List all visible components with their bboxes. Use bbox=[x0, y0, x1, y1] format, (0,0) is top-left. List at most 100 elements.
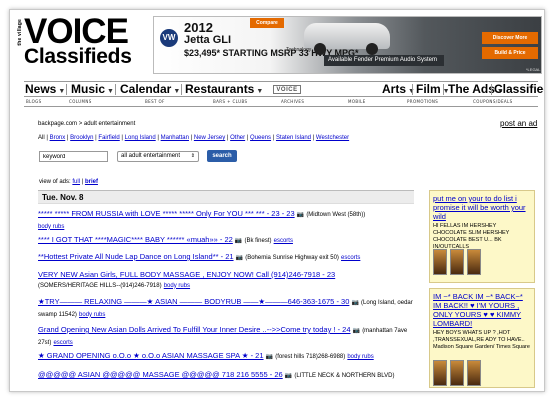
keyword-input[interactable] bbox=[39, 151, 108, 162]
camera-icon: 📷 bbox=[235, 255, 244, 261]
listing-title-link[interactable]: VERY NEW Asian Girls, FULL BODY MASSAGE … bbox=[38, 270, 335, 279]
listing-category-link[interactable]: body rubs bbox=[79, 312, 105, 318]
chevron-down-icon: ▼ bbox=[107, 88, 114, 95]
breadcrumb-current: adult entertainment bbox=[83, 121, 136, 127]
logo-tagline: the village bbox=[17, 19, 23, 46]
post-ad-link[interactable]: post an ad bbox=[500, 119, 537, 128]
subnav-columns[interactable]: COLUMNS bbox=[69, 99, 92, 104]
side-ad-thumbnail[interactable] bbox=[433, 360, 447, 386]
nav-divider bbox=[491, 84, 492, 95]
region-brooklyn[interactable]: Brooklyn bbox=[70, 135, 93, 141]
side-ad-thumbnail[interactable] bbox=[433, 249, 447, 275]
listing-item: Grand Opening New Asian Dolls Arrived To… bbox=[38, 325, 418, 348]
ad-compare-button[interactable]: Compare bbox=[250, 18, 284, 28]
view-full-link[interactable]: full bbox=[72, 179, 80, 185]
side-ad-thumbnail[interactable] bbox=[467, 249, 481, 275]
ad-build-button[interactable]: Build & Price bbox=[482, 47, 538, 59]
banner-ad[interactable]: VW 2012 Jetta GLI $23,495* STARTING MSRP… bbox=[153, 16, 542, 74]
listing-item: **Hottest Private All Nude Lap Dance on … bbox=[38, 252, 418, 264]
listing-category-link[interactable]: body rubs bbox=[347, 354, 373, 360]
category-select-value: all adult entertainment bbox=[121, 153, 181, 159]
region-all[interactable]: All bbox=[38, 135, 45, 141]
ad-audio-label: Available Fender Premium Audio System bbox=[324, 55, 444, 66]
camera-icon: 📷 bbox=[351, 300, 359, 306]
nav-the-ads-label: The Ads bbox=[448, 82, 495, 96]
nav-divider bbox=[181, 84, 182, 95]
select-arrows-icon: ⇕ bbox=[190, 153, 195, 159]
side-ad-title-link[interactable]: put me on your to do list i promise it w… bbox=[430, 191, 534, 223]
listing-title-link[interactable]: Grand Opening New Asian Dolls Arrived To… bbox=[38, 325, 351, 334]
ad-year: 2012 bbox=[184, 20, 213, 35]
region-queens[interactable]: Queens bbox=[250, 135, 271, 141]
region-fairfield[interactable]: Fairfield bbox=[98, 135, 119, 141]
subnav-coupons-deals[interactable]: COUPONS/DEALS bbox=[473, 99, 513, 104]
ad-legal: *LEGAL bbox=[526, 67, 541, 72]
subnav-mobile[interactable]: MOBILE bbox=[348, 99, 366, 104]
region-filter: All | Bronx | Brooklyn | Fairfield | Lon… bbox=[38, 135, 350, 141]
region-other[interactable]: Other bbox=[230, 135, 245, 141]
chevron-down-icon: ▼ bbox=[173, 88, 181, 95]
region-new-jersey[interactable]: New Jersey bbox=[194, 135, 225, 141]
region-bronx[interactable]: Bronx bbox=[50, 135, 66, 141]
subnav-promotions[interactable]: PROMOTIONS bbox=[407, 99, 438, 104]
nav-music-label: Music bbox=[71, 82, 106, 96]
classifieds-logo[interactable]: Classifieds bbox=[24, 46, 132, 68]
nav-arts[interactable]: Arts▼ bbox=[382, 82, 415, 97]
camera-icon: 📷 bbox=[234, 238, 243, 244]
side-ad[interactable]: put me on your to do list i promise it w… bbox=[429, 190, 535, 283]
nav-film-label: Film bbox=[416, 82, 441, 96]
view-mode-label: view of ads: bbox=[39, 179, 71, 185]
listing-item: ***** ***** FROM RUSSIA with LOVE ***** … bbox=[38, 209, 418, 232]
subnav-archives[interactable]: ARCHIVES bbox=[281, 99, 304, 104]
listing-location: (SOMERS/HERITAGE HILLS--(914)246-7918) bbox=[38, 282, 162, 289]
listing-category-link[interactable]: body rubs bbox=[38, 224, 64, 230]
side-ad-title-link[interactable]: IM ~* BACK IM ~* BACK~* IM BACK!! ♥ I'M … bbox=[430, 289, 534, 330]
listing-category-link[interactable]: escorts bbox=[341, 255, 360, 261]
region-long-island[interactable]: Long Island bbox=[125, 135, 156, 141]
search-button[interactable]: search bbox=[207, 150, 237, 162]
listing-title-link[interactable]: ***** ***** FROM RUSSIA with LOVE ***** … bbox=[38, 209, 295, 218]
listing-category-link[interactable]: escorts bbox=[274, 238, 293, 244]
nav-divider bbox=[443, 84, 444, 95]
ad-discover-button[interactable]: Discover More bbox=[482, 32, 538, 44]
view-brief-link[interactable]: brief bbox=[85, 179, 98, 185]
side-ad-thumbnail[interactable] bbox=[450, 249, 464, 275]
region-westchester[interactable]: Westchester bbox=[316, 135, 349, 141]
nav-news[interactable]: News ▼ bbox=[25, 82, 65, 97]
nav-voice-logo[interactable]: VOICE bbox=[273, 85, 301, 94]
nav-divider bbox=[115, 84, 116, 95]
listing-title-link[interactable]: ★ GRAND OPENING o.O.o ★ o.O.o ASIAN MASS… bbox=[38, 351, 264, 360]
nav-music[interactable]: Music ▼ bbox=[71, 82, 114, 97]
listing-title-link[interactable]: **** I GOT THAT ****MAGIC**** BABY *****… bbox=[38, 235, 233, 244]
listing-category-link[interactable]: escorts bbox=[53, 340, 72, 346]
listing-location: (LITTLE NECK & NORTHERN BLVD) bbox=[294, 373, 395, 379]
nav-arts-label: Arts bbox=[382, 82, 407, 96]
listing-category-link[interactable]: body rubs bbox=[164, 283, 190, 289]
region-staten-island[interactable]: Staten Island bbox=[276, 135, 311, 141]
side-ad[interactable]: IM ~* BACK IM ~* BACK~* IM BACK!! ♥ I'M … bbox=[429, 288, 535, 388]
ad-tech-label: Technology bbox=[286, 47, 312, 53]
page-frame: the village VOICE Classifieds VW 2012 Je… bbox=[9, 9, 545, 392]
side-ad-thumbnail[interactable] bbox=[467, 360, 481, 386]
listing-location: (forest hills 718)268-6988) bbox=[275, 354, 346, 360]
side-ad-thumbnail[interactable] bbox=[450, 360, 464, 386]
nav-calendar-label: Calendar bbox=[120, 82, 172, 96]
listing-title-link[interactable]: **Hottest Private All Nude Lap Dance on … bbox=[38, 252, 234, 261]
breadcrumb: backpage.com > adult entertainment bbox=[38, 121, 135, 127]
camera-icon: 📷 bbox=[352, 328, 361, 334]
category-select[interactable]: all adult entertainment ⇕ bbox=[117, 151, 199, 162]
region-manhattan[interactable]: Manhattan bbox=[161, 135, 189, 141]
nav-restaurants[interactable]: Restaurants ▼ bbox=[185, 82, 263, 97]
camera-icon: 📷 bbox=[284, 373, 293, 379]
subnav-best-of[interactable]: BEST OF bbox=[145, 99, 165, 104]
subnav-bars-clubs[interactable]: BARS + CLUBS bbox=[213, 99, 247, 104]
vw-logo-icon: VW bbox=[160, 29, 178, 47]
listing-item: ★ GRAND OPENING o.O.o ★ o.O.o ASIAN MASS… bbox=[38, 351, 418, 363]
breadcrumb-site-link[interactable]: backpage.com bbox=[38, 121, 77, 127]
listing-title-link[interactable]: @@@@@ ASIAN @@@@@ MASSAGE @@@@@ 718 216 … bbox=[38, 370, 283, 379]
subnav-blogs[interactable]: BLOGS bbox=[26, 99, 42, 104]
nav-calendar[interactable]: Calendar ▼ bbox=[120, 82, 180, 97]
listing-title-link[interactable]: ★TRY——— RELAXING ———★ ASIAN ——— BODYRUB … bbox=[38, 297, 349, 306]
nav-film[interactable]: Film ▼ bbox=[416, 82, 450, 97]
nav-classifieds[interactable]: Classifieds bbox=[494, 82, 544, 97]
